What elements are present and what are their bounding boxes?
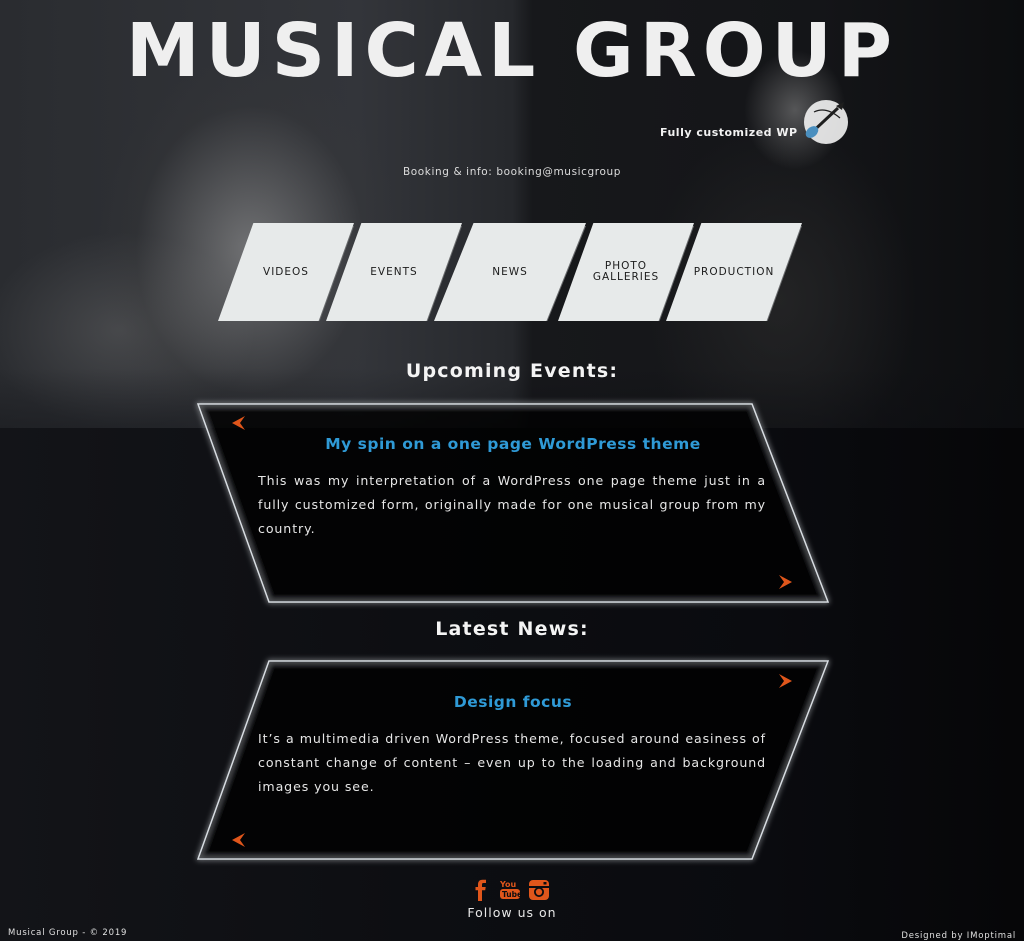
next-arrow-icon[interactable] (777, 573, 795, 591)
prev-arrow-icon[interactable] (229, 831, 247, 849)
upcoming-events-heading: Upcoming Events: (405, 360, 619, 382)
youtube-icon[interactable]: You Tube (499, 879, 522, 901)
tagline: Fully customized WP (660, 126, 798, 139)
svg-text:Tube: Tube (502, 890, 521, 899)
news-body: It’s a multimedia driven WordPress theme… (258, 731, 766, 794)
social-links: You Tube (470, 879, 554, 903)
site-title[interactable]: MUSICAL GROUP (0, 6, 1024, 96)
page: MUSICAL GROUP Fully customized WP Bookin… (0, 0, 1024, 941)
latest-news-heading: Latest News: (435, 618, 589, 640)
booking-info[interactable]: Booking & info: booking@musicgroup (0, 166, 1024, 178)
designed-by[interactable]: Designed by IMoptimal (901, 931, 1016, 941)
copyright: Musical Group - © 2019 (8, 928, 128, 938)
facebook-icon[interactable] (470, 879, 492, 901)
follow-us-label: Follow us on (467, 905, 557, 920)
musical-theme-logo (800, 98, 852, 146)
news-card: Design focus It’s a multimedia driven Wo… (196, 660, 830, 860)
event-title[interactable]: My spin on a one page WordPress theme (256, 435, 770, 453)
next-arrow-icon[interactable] (777, 672, 795, 690)
nav-item-production[interactable]: PRODUCTION (666, 223, 802, 321)
instagram-icon[interactable] (528, 879, 550, 901)
nav-item-label: PRODUCTION (693, 265, 775, 278)
event-body: This was my interpretation of a WordPres… (258, 473, 766, 536)
svg-text:You: You (499, 880, 517, 889)
event-card: My spin on a one page WordPress theme Th… (196, 403, 830, 603)
news-title[interactable]: Design focus (256, 693, 770, 711)
prev-arrow-icon[interactable] (229, 414, 247, 432)
